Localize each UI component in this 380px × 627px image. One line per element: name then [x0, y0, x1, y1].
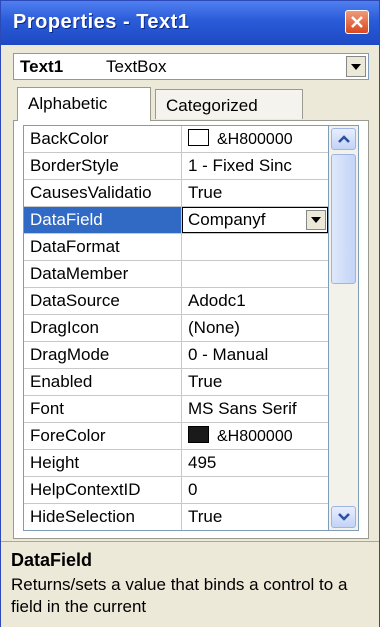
- tab-categorized-label: Categorized: [166, 96, 258, 115]
- tab-alphabetic[interactable]: Alphabetic: [17, 87, 151, 121]
- properties-window: Properties - Text1 Text1 TextBox Alphabe…: [0, 0, 380, 627]
- value-dropdown-button[interactable]: [306, 210, 326, 230]
- property-value[interactable]: 0: [182, 477, 328, 503]
- property-row-dragicon[interactable]: DragIcon (None): [24, 315, 328, 342]
- property-row-hideselection[interactable]: HideSelection True: [24, 504, 328, 530]
- property-name[interactable]: Font: [24, 396, 182, 422]
- property-value[interactable]: True: [182, 504, 328, 530]
- property-name[interactable]: DragIcon: [24, 315, 182, 341]
- property-name[interactable]: Height: [24, 450, 182, 476]
- object-name: Text1: [20, 57, 64, 76]
- scroll-thumb[interactable]: [331, 154, 356, 284]
- scroll-down-button[interactable]: [331, 506, 356, 528]
- property-name[interactable]: DragMode: [24, 342, 182, 368]
- property-value[interactable]: 0 - Manual: [182, 342, 328, 368]
- property-value[interactable]: True: [182, 180, 328, 206]
- description-title: DataField: [11, 550, 93, 570]
- property-name[interactable]: DataMember: [24, 261, 182, 287]
- property-row-datamember[interactable]: DataMember: [24, 261, 328, 288]
- object-selector[interactable]: Text1 TextBox: [13, 53, 369, 80]
- object-type: TextBox: [106, 57, 167, 76]
- property-value[interactable]: MS Sans Serif: [182, 396, 328, 422]
- close-button[interactable]: [345, 10, 369, 34]
- property-value[interactable]: &H800000: [182, 126, 328, 152]
- property-value[interactable]: (None): [182, 315, 328, 341]
- tab-categorized[interactable]: Categorized: [155, 89, 303, 119]
- color-swatch: [188, 129, 209, 146]
- property-name[interactable]: DataFormat: [24, 234, 182, 260]
- property-name[interactable]: BorderStyle: [24, 153, 182, 179]
- description-text: Returns/sets a value that binds a contro…: [11, 575, 348, 616]
- close-icon: [351, 16, 363, 28]
- property-row-dataformat[interactable]: DataFormat: [24, 234, 328, 261]
- chevron-up-icon: [338, 135, 350, 143]
- property-name[interactable]: Enabled: [24, 369, 182, 395]
- property-row-height[interactable]: Height 495: [24, 450, 328, 477]
- property-row-datafield[interactable]: DataField Companyf: [24, 207, 328, 234]
- property-value[interactable]: [182, 261, 328, 287]
- property-value[interactable]: 495: [182, 450, 328, 476]
- object-selector-dropdown-button[interactable]: [346, 56, 366, 77]
- property-value[interactable]: &H800000: [182, 423, 328, 449]
- color-value: &H800000: [217, 131, 293, 148]
- color-value: &H800000: [217, 428, 293, 445]
- property-name[interactable]: ForeColor: [24, 423, 182, 449]
- scroll-up-button[interactable]: [331, 128, 356, 150]
- property-row-font[interactable]: Font MS Sans Serif: [24, 396, 328, 423]
- property-row-enabled[interactable]: Enabled True: [24, 369, 328, 396]
- tab-alphabetic-label: Alphabetic: [28, 94, 108, 113]
- property-value[interactable]: 1 - Fixed Sinc: [182, 153, 328, 179]
- property-grid-scrollbar[interactable]: [329, 125, 359, 531]
- property-name[interactable]: CausesValidatio: [24, 180, 182, 206]
- property-row-dragmode[interactable]: DragMode 0 - Manual: [24, 342, 328, 369]
- chevron-down-icon: [351, 64, 361, 70]
- description-panel: DataField Returns/sets a value that bind…: [1, 541, 379, 627]
- property-name[interactable]: HideSelection: [24, 504, 182, 530]
- property-row-backcolor[interactable]: BackColor &H800000: [24, 126, 328, 153]
- property-row-borderstyle[interactable]: BorderStyle 1 - Fixed Sinc: [24, 153, 328, 180]
- property-name[interactable]: DataField: [24, 207, 182, 233]
- property-name[interactable]: DataSource: [24, 288, 182, 314]
- title-bar[interactable]: Properties - Text1: [1, 1, 379, 45]
- property-row-forecolor[interactable]: ForeColor &H800000: [24, 423, 328, 450]
- property-name[interactable]: HelpContextID: [24, 477, 182, 503]
- property-value[interactable]: Adodc1: [182, 288, 328, 314]
- property-name[interactable]: BackColor: [24, 126, 182, 152]
- window-title: Properties - Text1: [13, 11, 190, 33]
- color-swatch: [188, 426, 209, 443]
- property-grid: BackColor &H800000 BorderStyle 1 - Fixed Si…: [23, 125, 329, 531]
- property-row-datasource[interactable]: DataSource Adodc1: [24, 288, 328, 315]
- property-row-helpcontextid[interactable]: HelpContextID 0: [24, 477, 328, 504]
- chevron-down-icon: [338, 513, 350, 521]
- chevron-down-icon: [311, 217, 321, 223]
- property-value[interactable]: True: [182, 369, 328, 395]
- property-value[interactable]: [182, 234, 328, 260]
- property-row-causesvalidatio[interactable]: CausesValidatio True: [24, 180, 328, 207]
